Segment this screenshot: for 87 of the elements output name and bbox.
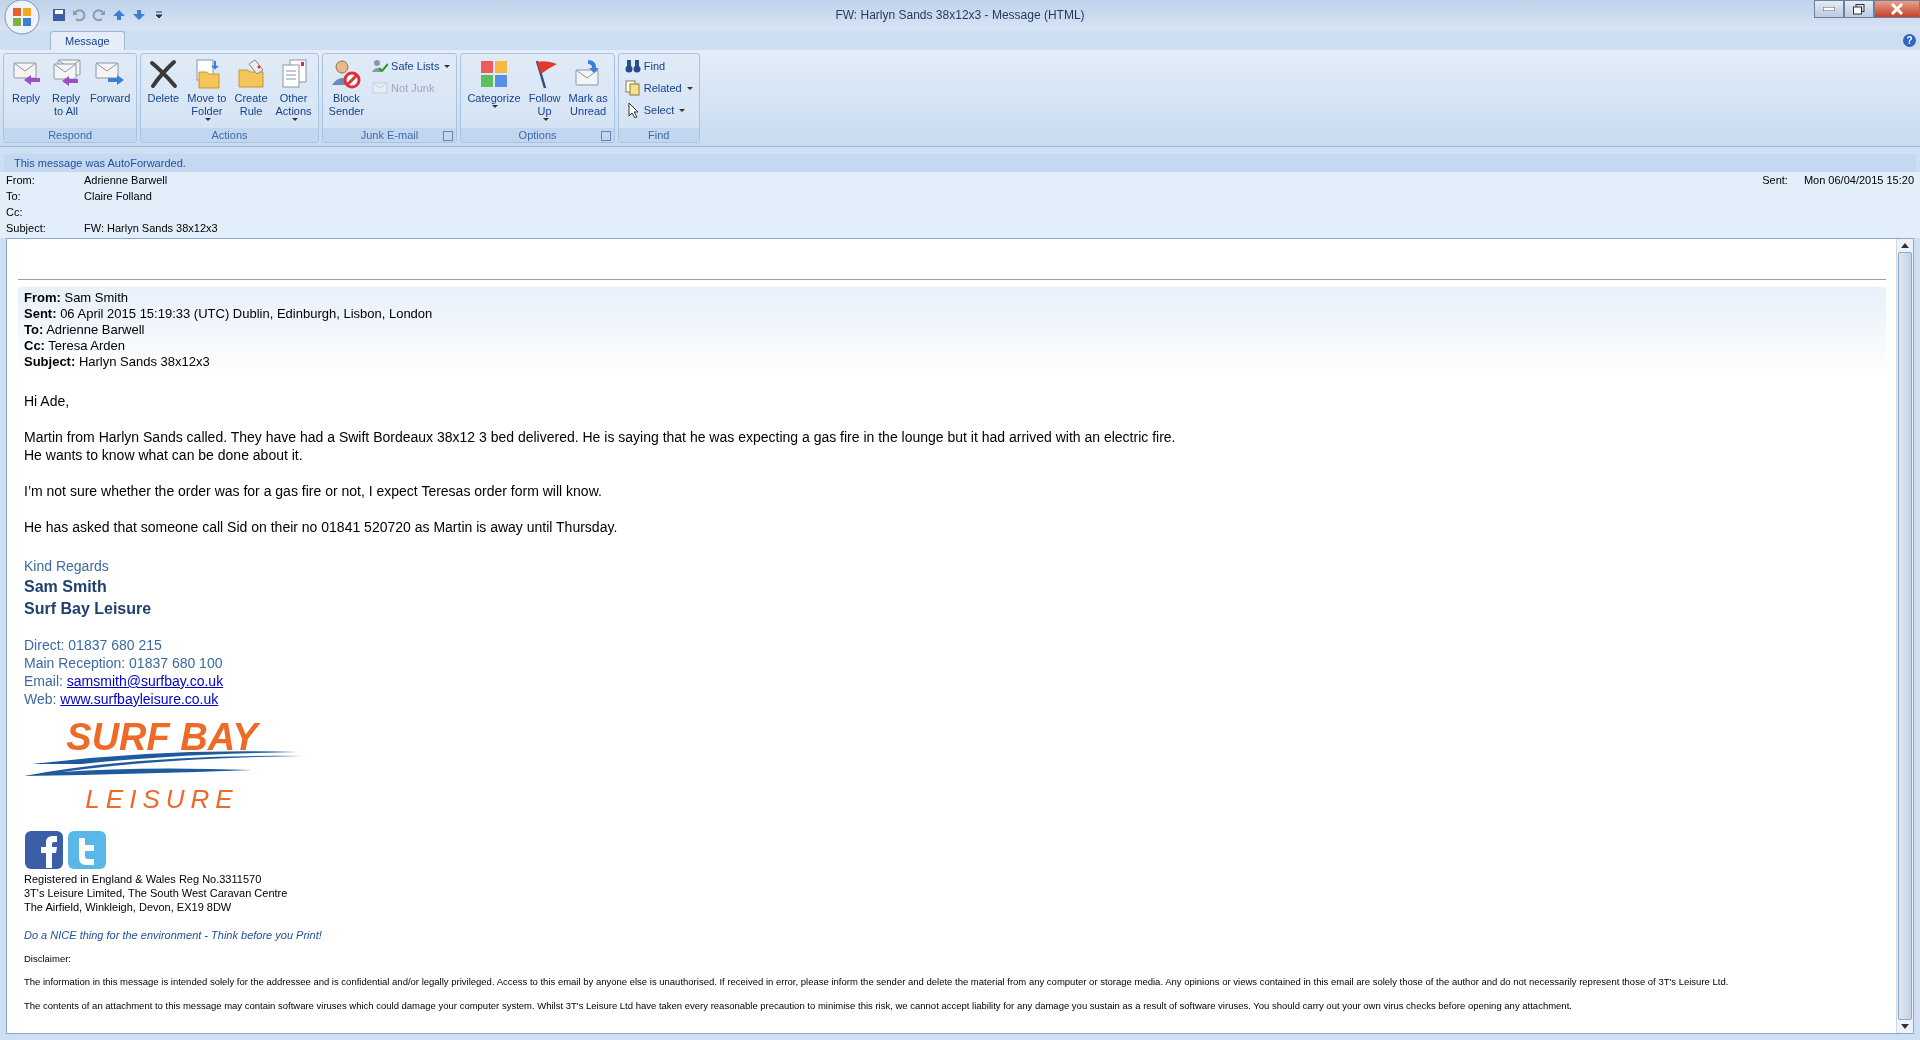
ribbon-button[interactable]: Reply	[7, 56, 45, 126]
environment-note: Do a NICE thing for the environment - Think before you Print!	[24, 929, 323, 941]
group-label: Actions	[211, 129, 248, 141]
ribbon-button[interactable]: Related	[621, 78, 696, 98]
paragraph: He has asked that someone call Sid on their no 01841 520720 as Martin is away until Thursday.	[24, 518, 619, 536]
disclaimer-paragraph: The contents of an attachment to this message may contain software viruses which could damage your computer system. Whilst 3T's Leisure Ltd have taken every reasonable precaution to minimise this risk, we cannot accept liability for any damage you sustain as a result of software viruses. You should carry out your own virus checks before opening any attachment.	[24, 1000, 1573, 1012]
close-button[interactable]	[1874, 0, 1920, 18]
save-icon[interactable]	[52, 8, 66, 22]
contact-line: Web: www.surfbayleisure.co.uk	[24, 690, 220, 708]
company-name: Surf Bay Leisure	[24, 599, 153, 619]
ribbon-button[interactable]: Select	[621, 100, 696, 120]
restore-button[interactable]	[1844, 0, 1874, 18]
cross-icon	[147, 58, 180, 90]
binoculars-icon	[624, 58, 641, 74]
ribbon-button[interactable]: Create Rule	[231, 56, 271, 126]
ribbon-button[interactable]: Move to Folder	[184, 56, 230, 126]
header-label: To:	[6, 190, 22, 202]
header-value: Adrienne Barwell	[84, 174, 169, 186]
redo-icon[interactable]	[92, 8, 106, 22]
group-label: Find	[647, 129, 670, 141]
documents-icon	[624, 80, 641, 96]
person-block-icon	[330, 58, 363, 90]
ribbon-button[interactable]: Categorize	[464, 56, 524, 126]
contact-line: Main Reception: 01837 680 100	[24, 654, 224, 672]
forwarded-header-line: From: Sam Smith	[24, 290, 130, 306]
dialog-launcher-icon[interactable]	[600, 131, 611, 141]
header-label: Subject:	[6, 222, 47, 234]
window-title: FW: Harlyn Sands 38x12x3 - Message (HTML)	[835, 8, 1085, 22]
disclaimer-title: Disclaimer:	[24, 953, 72, 964]
header-value: Mon 06/04/2015 15:20	[1803, 174, 1914, 188]
header-label: From:	[6, 174, 36, 186]
header-value: Claire Folland	[84, 190, 153, 202]
ribbon-button[interactable]: Mark as Unread	[565, 56, 611, 126]
disclaimer-paragraph: The information in this message is intended solely for the addressee and is confidential and/or legally privileged. Access to this email by anyone else is unauthorised. If received in error, please inform the sender and delete the material from any computer or storage media. Any opinions or views contained in this email are solely those of the author and do not necessarily represent those of 3T's Leisure Ltd.	[24, 976, 1730, 988]
ribbon-button[interactable]: Follow Up	[525, 56, 564, 126]
group-label: Respond	[48, 129, 93, 141]
sender-name: Sam Smith	[24, 577, 108, 597]
ribbon-button[interactable]: Forward	[87, 56, 134, 126]
forwarded-header-line: Subject: Harlyn Sands 38x12x3	[24, 354, 211, 370]
legal-line: 3T's Leisure Limited, The South West Caravan Centre	[24, 886, 289, 900]
contact-line: Email: samsmith@surfbay.co.uk	[24, 672, 225, 690]
header-label: Cc:	[6, 206, 24, 218]
ribbon-button[interactable]: Reply to All	[47, 56, 85, 126]
paragraph: Martin from Harlyn Sands called. They have had a Swift Bordeaux 38x12 3 bed delivered. He is saying that he was expecting a gas fire in the lounge but it had arrived with an electric fire. He wants to know what can be done about it.	[24, 428, 1177, 464]
scroll-up-icon[interactable]	[1901, 243, 1909, 248]
greeting: Hi Ade,	[24, 392, 71, 410]
logo-text: LEISURE	[85, 784, 239, 814]
minimize-button[interactable]	[1814, 0, 1844, 18]
down-arrow-icon[interactable]	[132, 8, 146, 22]
scrollbar[interactable]	[1896, 239, 1913, 1033]
office-orb-icon[interactable]	[4, 0, 40, 35]
header-label: Sent:	[1762, 174, 1788, 188]
dialog-launcher-icon[interactable]	[443, 131, 454, 141]
forwarded-header-line: To: Adrienne Barwell	[24, 322, 146, 338]
ribbon-button[interactable]: Block Sender	[325, 56, 368, 126]
close-icon	[1890, 3, 1904, 15]
group-label: Junk E-mail	[360, 129, 419, 141]
undo-icon[interactable]	[72, 8, 86, 22]
help-icon[interactable]: ?	[1903, 33, 1916, 47]
forwarded-header-line: Cc: Teresa Arden	[24, 338, 126, 354]
up-arrow-icon[interactable]	[112, 8, 126, 22]
header-value: FW: Harlyn Sands 38x12x3	[84, 222, 218, 234]
link[interactable]: www.surfbayleisure.co.uk	[60, 691, 219, 707]
logo-text: SURF BAY	[66, 716, 258, 758]
link[interactable]: samsmith@surfbay.co.uk	[66, 673, 224, 689]
legal-line: Registered in England & Wales Reg No.3311570	[24, 872, 263, 886]
ribbon-button[interactable]: Other Actions	[272, 56, 315, 126]
paragraph: I’m not sure whether the order was for a gas fire or not, I expect Teresas order form will know.	[24, 482, 603, 500]
restore-icon	[1853, 3, 1865, 15]
ribbon-button[interactable]: Delete	[144, 56, 183, 126]
forwarded-header-line: Sent: 06 April 2015 15:19:33 (UTC) Dublin, Edinburgh, Lisbon, London	[24, 306, 434, 322]
folder-tag-icon	[235, 58, 267, 90]
contact-line: Direct: 01837 680 215	[24, 636, 163, 654]
social-media-icon[interactable]	[24, 830, 64, 870]
ribbon-tab[interactable]: Message	[50, 31, 125, 50]
closing: Kind Regards	[24, 557, 110, 576]
scroll-down-icon[interactable]	[1901, 1024, 1909, 1029]
ribbon-button[interactable]: Safe Lists	[369, 56, 454, 76]
group-label: Options	[518, 129, 557, 141]
envelope-icon	[372, 80, 389, 96]
legal-line: The Airfield, Winkleigh, Devon, EX19 8DW	[24, 900, 233, 914]
squares-grid-icon	[478, 58, 510, 90]
minimize-icon	[1823, 7, 1835, 11]
ribbon-button[interactable]: Find	[621, 56, 696, 76]
people-check-icon	[372, 58, 389, 74]
scroll-thumb[interactable]	[1898, 252, 1912, 1020]
info-bar: This message was AutoForwarded.	[4, 154, 1916, 172]
